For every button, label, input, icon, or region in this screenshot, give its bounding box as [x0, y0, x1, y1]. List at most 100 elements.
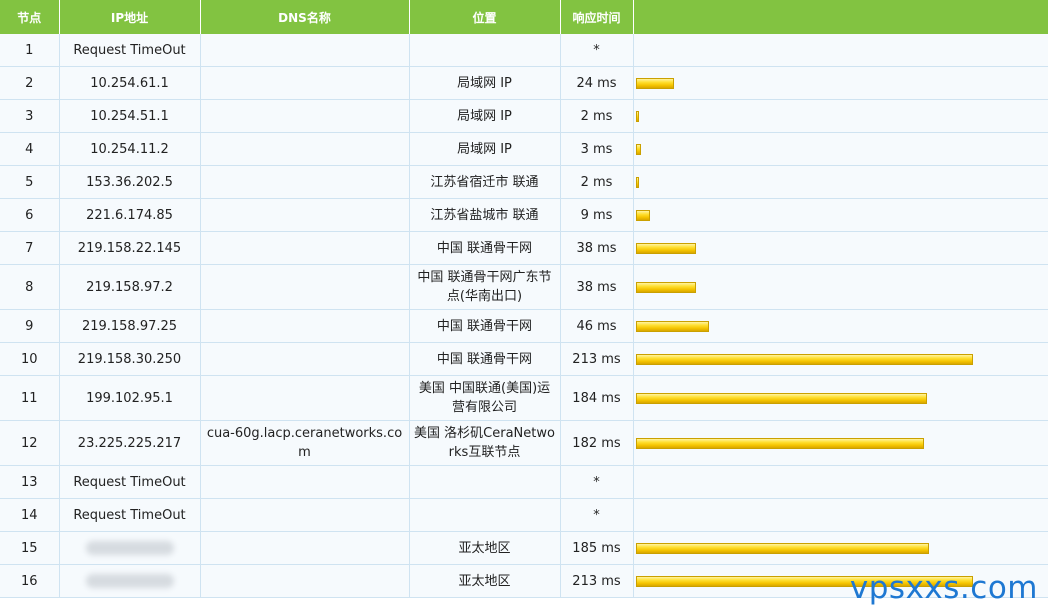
- response-time-cell: 2 ms: [560, 165, 634, 199]
- response-time-cell: 184 ms: [560, 375, 634, 421]
- location-cell: [409, 498, 561, 532]
- dns-name-cell: [200, 99, 410, 133]
- response-time-cell: 38 ms: [560, 231, 634, 265]
- header-location: 位置: [409, 0, 561, 34]
- watermark-text: vpsxxs.com: [849, 570, 1038, 606]
- response-bar-cell: [633, 375, 1048, 421]
- dns-name-cell: cua-60g.lacp.ceranetworks.com: [200, 420, 410, 466]
- response-bar-cell: [633, 498, 1048, 532]
- response-time-bar: [635, 77, 674, 89]
- table-row: 8 219.158.97.2 中国 联通骨干网广东节点(华南出口) 38 ms: [0, 264, 1048, 310]
- ip-address-cell: 153.36.202.5: [59, 165, 201, 199]
- table-row: 4 10.254.11.2 局域网 IP 3 ms: [0, 132, 1048, 166]
- response-bar-cell: [633, 66, 1048, 100]
- response-time-bar: [635, 353, 973, 365]
- table-row: 7 219.158.22.145 中国 联通骨干网 38 ms: [0, 231, 1048, 265]
- location-cell: 亚太地区: [409, 531, 561, 565]
- dns-name-cell: [200, 264, 410, 310]
- ip-address-cell: 219.158.22.145: [59, 231, 201, 265]
- hop-number-cell: 3: [0, 99, 60, 133]
- hop-number-cell: 15: [0, 531, 60, 565]
- table-row: 13 Request TimeOut *: [0, 465, 1048, 499]
- response-time-cell: 213 ms: [560, 342, 634, 376]
- dns-name-cell: [200, 132, 410, 166]
- response-time-cell: 2 ms: [560, 99, 634, 133]
- ip-address-cell: 219.158.97.25: [59, 309, 201, 343]
- location-cell: 中国 联通骨干网: [409, 309, 561, 343]
- table-row: 10 219.158.30.250 中国 联通骨干网 213 ms: [0, 342, 1048, 376]
- ip-address-cell: 221.6.174.85: [59, 198, 201, 232]
- dns-name-cell: [200, 198, 410, 232]
- location-cell: [409, 465, 561, 499]
- traceroute-table: 节点 IP地址 DNS名称 位置 响应时间 1 Request TimeOut * 2…: [0, 0, 1048, 598]
- response-time-bar: [635, 542, 929, 554]
- response-time-bar: [635, 110, 639, 122]
- table-row: 15 亚太地区 185 ms: [0, 531, 1048, 565]
- response-time-cell: *: [560, 465, 634, 499]
- table-row: 12 23.225.225.217 cua-60g.lacp.ceranetwork…: [0, 420, 1048, 466]
- location-cell: 美国 洛杉矶CeraNetworks互联节点: [409, 420, 561, 466]
- ip-address-cell: 199.102.95.1: [59, 375, 201, 421]
- ip-address-cell: 219.158.30.250: [59, 342, 201, 376]
- ip-address-cell: 10.254.61.1: [59, 66, 201, 100]
- response-bar-cell: [633, 34, 1048, 67]
- ip-address-cell: Request TimeOut: [59, 498, 201, 532]
- header-bar: [633, 0, 1048, 34]
- table-row: 5 153.36.202.5 江苏省宿迁市 联通 2 ms: [0, 165, 1048, 199]
- response-time-cell: 46 ms: [560, 309, 634, 343]
- ip-address-cell: 23.225.225.217: [59, 420, 201, 466]
- dns-name-cell: [200, 165, 410, 199]
- response-time-cell: 3 ms: [560, 132, 634, 166]
- response-bar-cell: [633, 465, 1048, 499]
- location-cell: 美国 中国联通(美国)运营有限公司: [409, 375, 561, 421]
- location-cell: 局域网 IP: [409, 99, 561, 133]
- response-time-bar: [635, 281, 696, 293]
- hop-number-cell: 14: [0, 498, 60, 532]
- response-time-bar: [635, 242, 696, 254]
- response-bar-cell: [633, 99, 1048, 133]
- response-bar-cell: [633, 198, 1048, 232]
- response-bar-cell: [633, 420, 1048, 466]
- hop-number-cell: 8: [0, 264, 60, 310]
- response-time-bar: [635, 176, 639, 188]
- response-time-bar: [635, 437, 924, 449]
- response-time-cell: 213 ms: [560, 564, 634, 598]
- ip-address-cell: [59, 564, 201, 598]
- header-ip: IP地址: [59, 0, 201, 34]
- dns-name-cell: [200, 564, 410, 598]
- hop-number-cell: 9: [0, 309, 60, 343]
- response-time-cell: 24 ms: [560, 66, 634, 100]
- response-bar-cell: [633, 165, 1048, 199]
- ip-address-cell: [59, 531, 201, 565]
- response-bar-cell: [633, 309, 1048, 343]
- response-time-bar: [635, 209, 650, 221]
- response-bar-cell: [633, 132, 1048, 166]
- table-row: 6 221.6.174.85 江苏省盐城市 联通 9 ms: [0, 198, 1048, 232]
- ip-address-cell: 10.254.11.2: [59, 132, 201, 166]
- location-cell: 中国 联通骨干网广东节点(华南出口): [409, 264, 561, 310]
- dns-name-cell: [200, 375, 410, 421]
- dns-name-cell: [200, 34, 410, 67]
- location-cell: 江苏省盐城市 联通: [409, 198, 561, 232]
- header-response-time: 响应时间: [560, 0, 634, 34]
- hop-number-cell: 6: [0, 198, 60, 232]
- hop-number-cell: 7: [0, 231, 60, 265]
- header-dns: DNS名称: [200, 0, 410, 34]
- redacted-ip-mask: [85, 574, 174, 588]
- hop-rows: 1 Request TimeOut * 2 10.254.61.1 局域网 IP 24 ms…: [0, 34, 1048, 598]
- redacted-ip-mask: [85, 541, 174, 555]
- response-bar-cell: [633, 231, 1048, 265]
- dns-name-cell: [200, 342, 410, 376]
- response-time-bar: [635, 143, 641, 155]
- response-time-cell: 182 ms: [560, 420, 634, 466]
- table-row: 11 199.102.95.1 美国 中国联通(美国)运营有限公司 184 ms: [0, 375, 1048, 421]
- table-row: 9 219.158.97.25 中国 联通骨干网 46 ms: [0, 309, 1048, 343]
- response-time-bar: [635, 392, 927, 404]
- response-time-cell: *: [560, 498, 634, 532]
- dns-name-cell: [200, 66, 410, 100]
- dns-name-cell: [200, 531, 410, 565]
- location-cell: 中国 联通骨干网: [409, 342, 561, 376]
- dns-name-cell: [200, 498, 410, 532]
- ip-address-cell: 219.158.97.2: [59, 264, 201, 310]
- hop-number-cell: 16: [0, 564, 60, 598]
